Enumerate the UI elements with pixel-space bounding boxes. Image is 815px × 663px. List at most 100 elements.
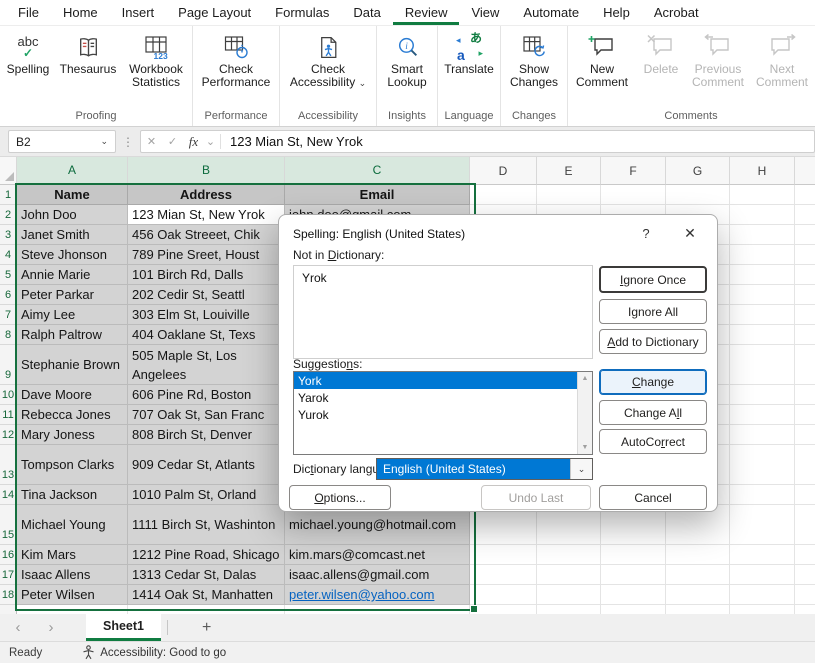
cell-empty[interactable]: [601, 545, 666, 565]
delete-comment-button[interactable]: Delete: [636, 28, 686, 76]
cell-empty[interactable]: [470, 185, 537, 205]
cell-email[interactable]: Email: [285, 185, 470, 205]
ignore-all-button[interactable]: Ignore All: [599, 299, 707, 324]
suggestions-list[interactable]: York Yarok Yurok ▲ ▼: [293, 371, 593, 455]
cell-empty[interactable]: [666, 185, 730, 205]
cell-email[interactable]: kim.mars@comcast.net: [285, 545, 470, 565]
enter-entry-icon[interactable]: ✓: [162, 135, 183, 148]
spelling-button[interactable]: abc✓ Spelling: [0, 28, 56, 76]
thesaurus-button[interactable]: Thesaurus: [56, 28, 120, 76]
add-to-dictionary-button[interactable]: Add to Dictionary: [599, 329, 707, 354]
cell-empty[interactable]: [730, 185, 795, 205]
cell-name[interactable]: Ralph Paltrow: [17, 325, 128, 345]
cell-empty[interactable]: [730, 565, 795, 585]
cell-empty[interactable]: [470, 585, 537, 605]
column-header-c[interactable]: C: [285, 157, 470, 185]
scrollbar[interactable]: ▲ ▼: [577, 372, 592, 454]
cell-empty[interactable]: [730, 445, 795, 485]
cell-name[interactable]: Kim Mars: [17, 545, 128, 565]
cell-empty[interactable]: [730, 405, 795, 425]
tab-file[interactable]: File: [6, 0, 51, 25]
name-box[interactable]: B2 ⌄: [8, 130, 116, 153]
row-number[interactable]: 4: [0, 245, 17, 265]
tab-automate[interactable]: Automate: [511, 0, 591, 25]
options-button[interactable]: Options...: [289, 485, 391, 510]
cell-address[interactable]: 1111 Birch St, Washinton: [128, 505, 285, 545]
chevron-down-icon[interactable]: ⌄: [570, 459, 592, 479]
insert-function-icon[interactable]: fx: [183, 134, 204, 150]
row-number[interactable]: 14: [0, 485, 17, 505]
column-header-e[interactable]: E: [537, 157, 601, 185]
tab-home[interactable]: Home: [51, 0, 110, 25]
cell-address[interactable]: 202 Cedir St, Seattl: [128, 285, 285, 305]
cell-name[interactable]: Name: [17, 185, 128, 205]
cell-empty[interactable]: [795, 405, 815, 425]
tab-insert[interactable]: Insert: [110, 0, 167, 25]
row-number[interactable]: 16: [0, 545, 17, 565]
cell-empty[interactable]: [666, 585, 730, 605]
suggestion-item[interactable]: Yarok: [294, 389, 592, 406]
row-number[interactable]: 13: [0, 445, 17, 485]
cell-address[interactable]: Address: [128, 185, 285, 205]
help-icon[interactable]: ?: [632, 221, 660, 245]
column-header-partial[interactable]: [795, 157, 815, 185]
cell-name[interactable]: Tina Jackson: [17, 485, 128, 505]
select-all-corner[interactable]: [0, 157, 17, 185]
cell-empty[interactable]: [795, 205, 815, 225]
cell-empty[interactable]: [795, 345, 815, 385]
row-number[interactable]: 9: [0, 345, 17, 385]
cell-address[interactable]: 707 Oak St, San Franc: [128, 405, 285, 425]
cell-name[interactable]: Aimy Lee: [17, 305, 128, 325]
formula-text[interactable]: 123 Mian St, New Yrok: [224, 134, 363, 149]
chevron-down-icon[interactable]: ⌄: [204, 135, 217, 148]
translate-button[interactable]: ◂あa▸ Translate: [438, 28, 500, 76]
cell-name[interactable]: Isaac Allens: [17, 565, 128, 585]
cell-name[interactable]: Janet Smith: [17, 225, 128, 245]
cell-empty[interactable]: [730, 425, 795, 445]
scroll-up-icon[interactable]: ▲: [582, 375, 589, 382]
cell-empty[interactable]: [730, 325, 795, 345]
cell-address[interactable]: 789 Pine Sreet, Houst: [128, 245, 285, 265]
cancel-button[interactable]: Cancel: [599, 485, 707, 510]
cell-empty[interactable]: [537, 585, 601, 605]
tab-help[interactable]: Help: [591, 0, 642, 25]
cell-address[interactable]: 101 Birch Rd, Dalls: [128, 265, 285, 285]
cell-empty[interactable]: [795, 305, 815, 325]
cell-empty[interactable]: [601, 185, 666, 205]
cell-name[interactable]: Steve Jhonson: [17, 245, 128, 265]
cell-empty[interactable]: [795, 265, 815, 285]
column-header-d[interactable]: D: [470, 157, 537, 185]
autocorrect-button[interactable]: AutoCorrect: [599, 429, 707, 454]
row-number[interactable]: 12: [0, 425, 17, 445]
cell-empty[interactable]: [795, 285, 815, 305]
cell-empty[interactable]: [795, 425, 815, 445]
row-number[interactable]: 2: [0, 205, 17, 225]
cell-address[interactable]: 123 Mian St, New Yrok: [128, 205, 285, 225]
cell-empty[interactable]: [795, 485, 815, 505]
cell-empty[interactable]: [795, 385, 815, 405]
cell-empty[interactable]: [666, 565, 730, 585]
show-changes-button[interactable]: Show Changes: [501, 28, 567, 89]
cell-empty[interactable]: [285, 605, 470, 614]
cell-address[interactable]: 303 Elm St, Louiville: [128, 305, 285, 325]
cell-address[interactable]: 808 Birch St, Denver: [128, 425, 285, 445]
cell-address[interactable]: 1212 Pine Road, Shicago: [128, 545, 285, 565]
cell-empty[interactable]: [795, 505, 815, 545]
cell-empty[interactable]: [730, 585, 795, 605]
row-number[interactable]: 3: [0, 225, 17, 245]
cell-empty[interactable]: [601, 585, 666, 605]
cell-empty[interactable]: [730, 305, 795, 325]
cell-empty[interactable]: [537, 545, 601, 565]
undo-last-button[interactable]: Undo Last: [481, 485, 591, 510]
scroll-down-icon[interactable]: ▼: [582, 444, 589, 451]
cancel-entry-icon[interactable]: ✕: [141, 135, 162, 148]
cell-name[interactable]: Michael Young: [17, 505, 128, 545]
tab-formulas[interactable]: Formulas: [263, 0, 341, 25]
cell-address[interactable]: 909 Cedar St, Atlants: [128, 445, 285, 485]
row-number[interactable]: 8: [0, 325, 17, 345]
next-comment-button[interactable]: Next Comment: [750, 28, 814, 89]
cell-empty[interactable]: [795, 585, 815, 605]
cell-name[interactable]: Dave Moore: [17, 385, 128, 405]
tab-data[interactable]: Data: [341, 0, 392, 25]
formula-field[interactable]: ✕ ✓ fx ⌄ 123 Mian St, New Yrok: [140, 130, 815, 153]
